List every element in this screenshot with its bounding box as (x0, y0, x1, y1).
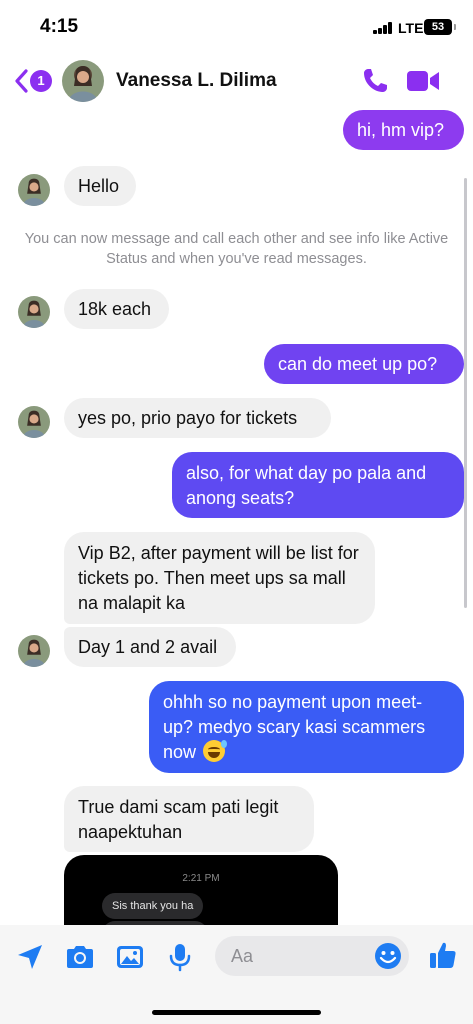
battery-icon: 53 (424, 19, 456, 35)
video-camera-icon (407, 71, 439, 91)
chat-header: 1 Vanessa L. Dilima (0, 52, 473, 110)
composer-bar (0, 925, 473, 1024)
voice-message-button[interactable] (164, 941, 196, 973)
contact-avatar[interactable] (62, 60, 104, 102)
contact-name[interactable]: Vanessa L. Dilima (116, 70, 277, 92)
scrollbar[interactable] (464, 178, 467, 608)
camera-icon (67, 946, 93, 968)
outgoing-message[interactable]: also, for what day po pala and anong sea… (172, 452, 464, 518)
incoming-message[interactable]: yes po, prio payo for tickets (64, 398, 331, 438)
phone-icon (364, 69, 387, 92)
camera-button[interactable] (64, 941, 96, 973)
emoji-button[interactable] (373, 941, 405, 973)
like-button[interactable] (427, 939, 459, 971)
microphone-icon (169, 944, 191, 972)
outgoing-message[interactable]: hi, hm vip? (343, 110, 464, 150)
system-note: You can now message and call each other … (24, 231, 449, 267)
incoming-message[interactable]: 18k each (64, 289, 169, 329)
image-attachment[interactable]: 2:21 PM Sis thank you ha (64, 855, 338, 925)
photo-gallery-button[interactable] (114, 941, 146, 973)
sender-avatar[interactable] (18, 174, 50, 206)
incoming-message[interactable]: Day 1 and 2 avail (64, 627, 236, 667)
signal-icon (373, 22, 393, 34)
thumbs-up-icon (430, 942, 456, 968)
emoji-icon (375, 943, 401, 969)
incoming-message[interactable]: Vip B2, after payment will be list for t… (64, 532, 375, 624)
photo-icon (117, 946, 143, 968)
message-input[interactable] (231, 936, 371, 976)
sender-avatar[interactable] (18, 635, 50, 667)
grinning-sweat-emoji (203, 740, 228, 762)
voice-call-button[interactable] (360, 66, 390, 96)
home-indicator (152, 1010, 321, 1015)
attachment-timestamp: 2:21 PM (182, 873, 220, 884)
sender-avatar[interactable] (18, 296, 50, 328)
video-call-button[interactable] (406, 68, 440, 94)
location-arrow-icon (18, 945, 42, 969)
status-bar: 4:15 LTE 53 (0, 0, 473, 52)
chevron-left-icon (15, 69, 28, 93)
outgoing-message[interactable]: can do meet up po? (264, 344, 464, 384)
incoming-message[interactable]: Hello (64, 166, 136, 206)
network-type: LTE (398, 20, 424, 36)
attachment-message: Sis thank you ha (102, 893, 204, 919)
unread-badge: 1 (30, 70, 52, 92)
sender-avatar[interactable] (18, 406, 50, 438)
incoming-message[interactable]: True dami scam pati legit naapektuhan (64, 786, 314, 852)
outgoing-message[interactable]: ohhh so no payment upon meet-up? medyo s… (149, 681, 464, 773)
message-thread[interactable]: hi, hm vip? Hello You can now message an… (0, 110, 473, 925)
location-button[interactable] (14, 941, 46, 973)
back-button[interactable]: 1 (10, 66, 54, 96)
status-time: 4:15 (40, 16, 79, 37)
